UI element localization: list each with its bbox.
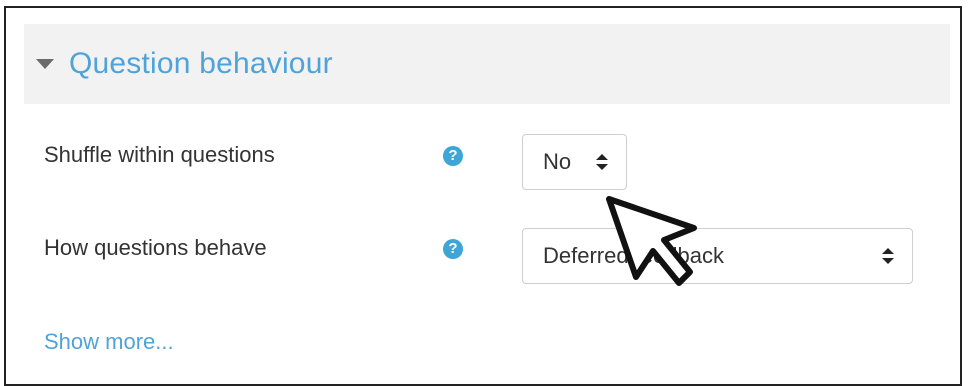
question-behaviour-section-header[interactable]: Question behaviour (24, 24, 950, 104)
select-arrows-icon (596, 154, 608, 170)
section-title[interactable]: Question behaviour (69, 47, 333, 81)
how-questions-behave-label: How questions behave (44, 235, 267, 260)
question-circle-icon[interactable]: ? (443, 239, 463, 259)
how-questions-behave-select[interactable]: Deferred feedback (522, 228, 913, 284)
select-arrows-icon (882, 248, 894, 264)
page-frame: Question behaviour Shuffle within questi… (4, 6, 962, 386)
shuffle-within-questions-value: No (543, 149, 572, 174)
show-more-link[interactable]: Show more... (44, 329, 174, 355)
mouse-pointer-icon (606, 196, 697, 286)
shuffle-within-questions-label: Shuffle within questions (44, 142, 275, 167)
question-circle-icon[interactable]: ? (443, 146, 463, 166)
shuffle-within-questions-select[interactable]: No (522, 134, 627, 190)
chevron-down-icon[interactable] (36, 59, 54, 69)
